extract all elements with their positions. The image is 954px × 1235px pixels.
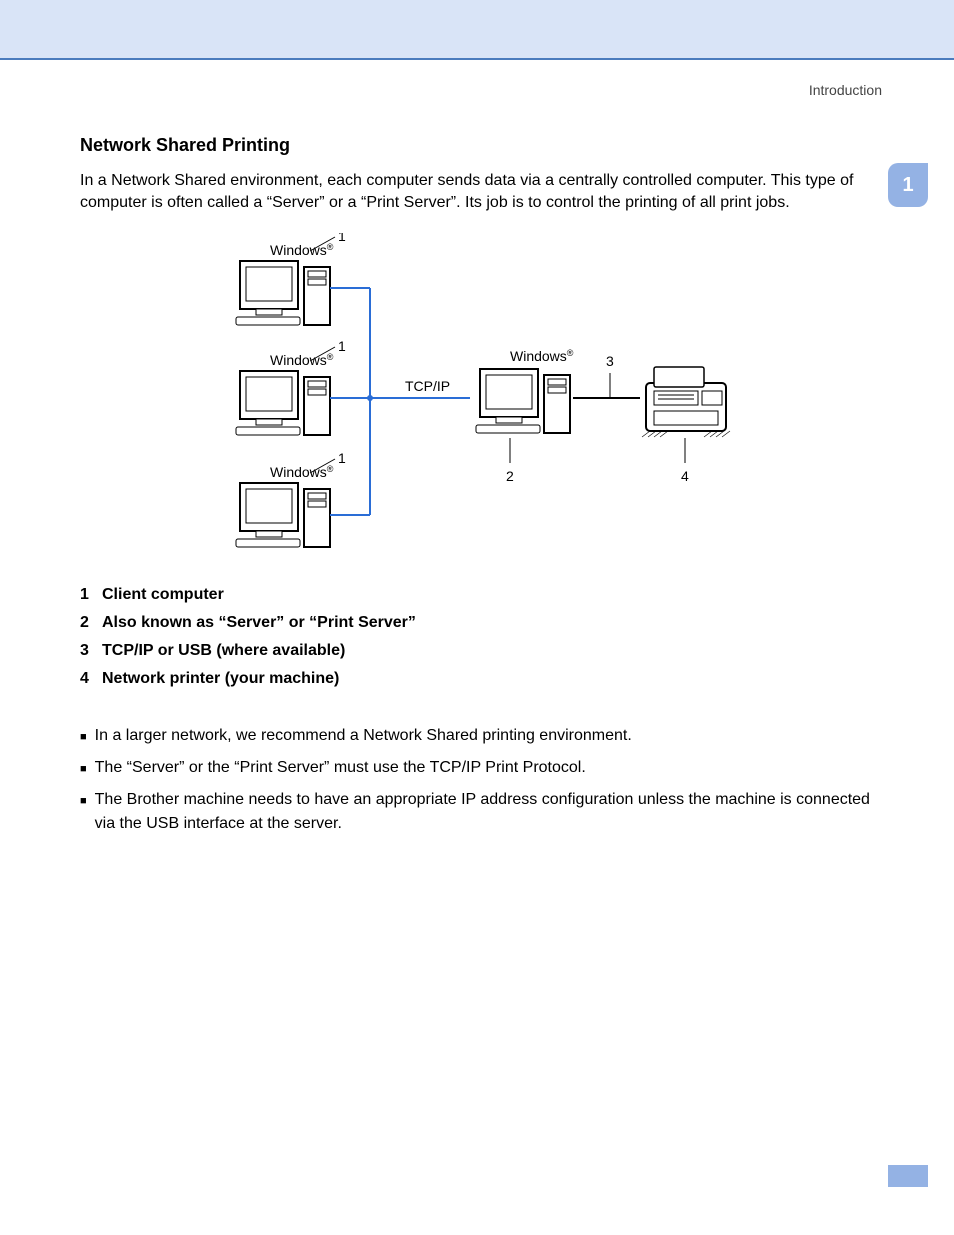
- legend-item: 4 Network printer (your machine): [80, 670, 880, 688]
- svg-text:Windows®: Windows®: [270, 352, 334, 368]
- page-accent-bar: [888, 1165, 928, 1187]
- svg-text:Windows®: Windows®: [270, 242, 334, 258]
- square-bullet-icon: ■: [80, 793, 87, 810]
- bullet-item: ■ The “Server” or the “Print Server” mus…: [80, 756, 880, 780]
- header-rule: [0, 58, 954, 60]
- network-diagram: Windows® 1 Windows® 1: [210, 233, 750, 568]
- svg-text:4: 4: [681, 468, 689, 484]
- running-header: Introduction: [809, 82, 882, 98]
- legend-item: 1 Client computer: [80, 586, 880, 604]
- svg-text:Windows®: Windows®: [270, 464, 334, 480]
- legend-item: 3 TCP/IP or USB (where available): [80, 642, 880, 660]
- svg-text:1: 1: [338, 233, 346, 244]
- legend-list: 1 Client computer 2 Also known as “Serve…: [80, 586, 880, 688]
- header-band: [0, 0, 954, 58]
- svg-text:1: 1: [338, 450, 346, 466]
- chapter-tab: 1: [888, 163, 928, 207]
- svg-text:3: 3: [606, 353, 614, 369]
- square-bullet-icon: ■: [80, 761, 87, 778]
- section-title: Network Shared Printing: [80, 135, 880, 156]
- square-bullet-icon: ■: [80, 729, 87, 746]
- intro-paragraph: In a Network Shared environment, each co…: [80, 170, 880, 215]
- bullet-list: ■ In a larger network, we recommend a Ne…: [80, 724, 880, 836]
- svg-text:1: 1: [338, 338, 346, 354]
- bullet-item: ■ In a larger network, we recommend a Ne…: [80, 724, 880, 748]
- svg-text:2: 2: [506, 468, 514, 484]
- legend-item: 2 Also known as “Server” or “Print Serve…: [80, 614, 880, 632]
- svg-text:TCP/IP: TCP/IP: [405, 378, 450, 394]
- printer-icon: [640, 367, 732, 437]
- svg-text:Windows®: Windows®: [510, 348, 574, 364]
- bullet-item: ■ The Brother machine needs to have an a…: [80, 788, 880, 836]
